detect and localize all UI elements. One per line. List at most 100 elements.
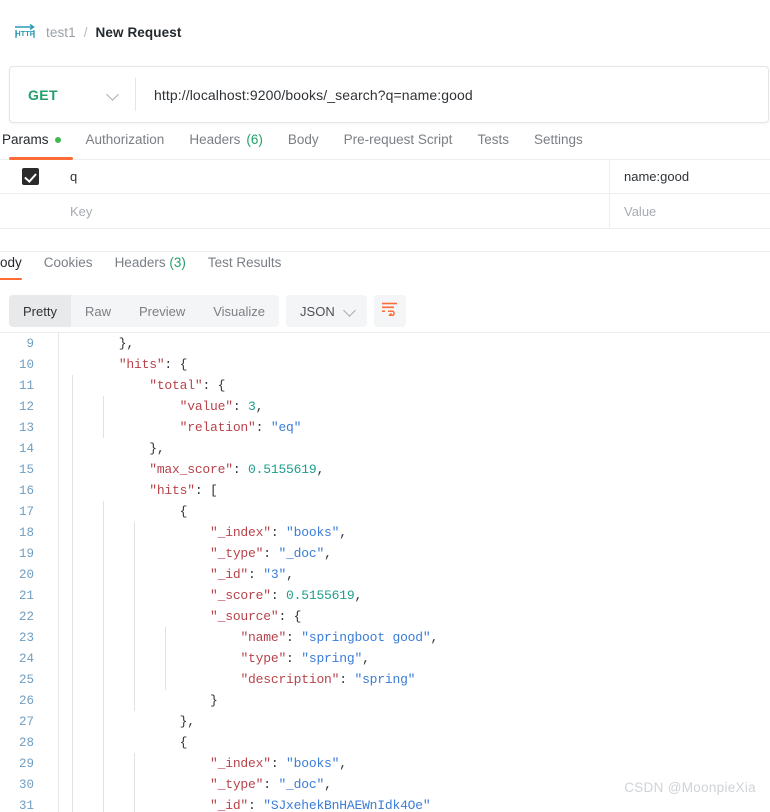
url-bar: GET http://localhost:9200/books/_search?… xyxy=(9,66,769,123)
response-view-visualize[interactable]: Visualize xyxy=(199,295,279,327)
param-value-input[interactable]: name:good xyxy=(610,160,770,193)
response-view-raw[interactable]: Raw xyxy=(71,295,125,327)
param-enable-checkbox-cell xyxy=(0,168,60,185)
code-token-k: "_index" xyxy=(210,525,271,540)
param-row: q name:good xyxy=(0,159,770,194)
code-token-p: , xyxy=(324,777,332,792)
code-token-s: "eq" xyxy=(270,420,302,435)
code-token-k: "max_score" xyxy=(149,462,233,477)
code-line-text: "_id": "SJxehekBnHAEWnIdk4Oe" xyxy=(46,798,431,812)
line-number: 9 xyxy=(26,336,34,351)
line-number: 18 xyxy=(18,525,34,540)
code-token-k: "_id" xyxy=(210,567,249,582)
line-number: 10 xyxy=(18,357,34,372)
code-token-p: : { xyxy=(278,609,302,624)
param-value-input[interactable]: Value xyxy=(610,194,770,228)
line-number: 17 xyxy=(18,504,34,519)
response-tabs: Body Cookies Headers (3) Test Results xyxy=(0,251,770,282)
response-tab-label: Cookies xyxy=(43,255,93,270)
code-line: 25 "description": "spring" xyxy=(0,669,770,690)
response-view-preview[interactable]: Preview xyxy=(125,295,199,327)
code-token-k: "_type" xyxy=(210,546,264,561)
code-token-p xyxy=(58,357,119,372)
code-token-k: "_type" xyxy=(210,777,264,792)
code-token-p: : xyxy=(339,672,355,687)
code-token-k: "relation" xyxy=(179,420,256,435)
response-format-toolbar: Pretty Raw Preview Visualize JSON xyxy=(0,294,770,328)
code-line-text: }, xyxy=(46,441,164,456)
response-tab-cookies[interactable]: Cookies xyxy=(44,255,93,280)
code-token-k: "_index" xyxy=(210,756,271,771)
line-number: 28 xyxy=(18,735,34,750)
response-view-pretty[interactable]: Pretty xyxy=(9,295,71,327)
request-tab-params[interactable]: Params xyxy=(2,132,61,156)
breadcrumb-request-name[interactable]: New Request xyxy=(96,25,182,40)
code-token-p xyxy=(58,462,149,477)
code-line-text: "type": "spring", xyxy=(46,651,370,666)
request-tab-tests[interactable]: Tests xyxy=(477,132,509,156)
code-token-p xyxy=(58,567,210,582)
line-number: 24 xyxy=(18,651,34,666)
code-line: 23 "name": "springboot good", xyxy=(0,627,770,648)
line-number: 30 xyxy=(18,777,34,792)
code-token-s: "spring" xyxy=(301,651,363,666)
chevron-down-icon xyxy=(344,305,356,317)
code-token-p xyxy=(58,672,240,687)
code-token-p: , xyxy=(255,399,264,414)
code-line: 18 "_index": "books", xyxy=(0,522,770,543)
chevron-down-icon xyxy=(107,89,119,101)
code-token-k: "value" xyxy=(179,399,233,414)
line-number: 27 xyxy=(18,714,34,729)
word-wrap-button[interactable] xyxy=(373,295,406,327)
checkbox-checked-icon[interactable] xyxy=(21,168,39,185)
request-tab-body[interactable]: Body xyxy=(288,132,319,156)
code-token-p: , xyxy=(339,756,347,771)
postman-request-window: HTTP test1 / New Request GET http://loca… xyxy=(0,0,770,812)
param-key-input[interactable]: q xyxy=(60,160,610,193)
code-token-p xyxy=(58,777,210,792)
param-key-input[interactable]: Key xyxy=(60,194,610,228)
request-tab-settings[interactable]: Settings xyxy=(534,132,583,156)
request-tab-label: Authorization xyxy=(85,132,165,147)
code-line-text: } xyxy=(46,693,218,708)
code-token-s: "_doc" xyxy=(278,546,325,561)
breadcrumb-collection[interactable]: test1 xyxy=(46,25,76,40)
code-token-n: 0.5155619 xyxy=(248,462,317,477)
response-tab-test-results[interactable]: Test Results xyxy=(208,255,282,280)
request-tab-headers[interactable]: Headers (6) xyxy=(189,132,263,156)
code-line-text: }, xyxy=(46,336,134,351)
response-tab-body[interactable]: Body xyxy=(0,255,22,280)
code-token-k: "_source" xyxy=(210,609,279,624)
params-modified-dot-icon xyxy=(54,136,61,143)
response-tab-headers[interactable]: Headers (3) xyxy=(115,255,186,280)
line-number: 19 xyxy=(18,546,34,561)
code-token-p: : [ xyxy=(194,483,218,498)
code-line-text: "_id": "3", xyxy=(46,567,294,582)
request-tab-authorization[interactable]: Authorization xyxy=(86,132,165,156)
code-token-p xyxy=(58,798,210,812)
response-language-selector[interactable]: JSON xyxy=(286,295,367,327)
code-line-text: "_type": "_doc", xyxy=(46,546,332,561)
code-token-n: 3 xyxy=(248,399,256,414)
code-token-p: : xyxy=(286,651,302,666)
request-tab-label: Tests xyxy=(477,132,509,147)
code-token-s: "3" xyxy=(263,567,287,582)
response-body-json-viewer[interactable]: 9 }, 10 "hits": {11 "total": {12 "value":… xyxy=(0,332,770,812)
code-token-n: 0.5155619 xyxy=(286,588,355,603)
line-number: 25 xyxy=(18,672,34,687)
code-token-p: : xyxy=(270,756,287,771)
code-token-p: { xyxy=(58,735,188,750)
code-line: 12 "value": 3, xyxy=(0,396,770,417)
code-line-text: "hits": { xyxy=(46,357,188,372)
code-token-p: } xyxy=(58,693,218,708)
code-line-text: "relation": "eq" xyxy=(46,420,302,435)
http-method-selector[interactable]: GET xyxy=(10,67,135,122)
code-line: 29 "_index": "books", xyxy=(0,753,770,774)
request-tab-pre-request-script[interactable]: Pre-request Script xyxy=(344,132,453,156)
url-input[interactable]: http://localhost:9200/books/_search?q=na… xyxy=(136,87,768,103)
code-token-p: , xyxy=(362,651,370,666)
code-token-p: : xyxy=(248,567,264,582)
code-line-text: { xyxy=(46,735,188,750)
code-token-p: : xyxy=(286,630,302,645)
code-token-k: "_id" xyxy=(210,798,249,812)
